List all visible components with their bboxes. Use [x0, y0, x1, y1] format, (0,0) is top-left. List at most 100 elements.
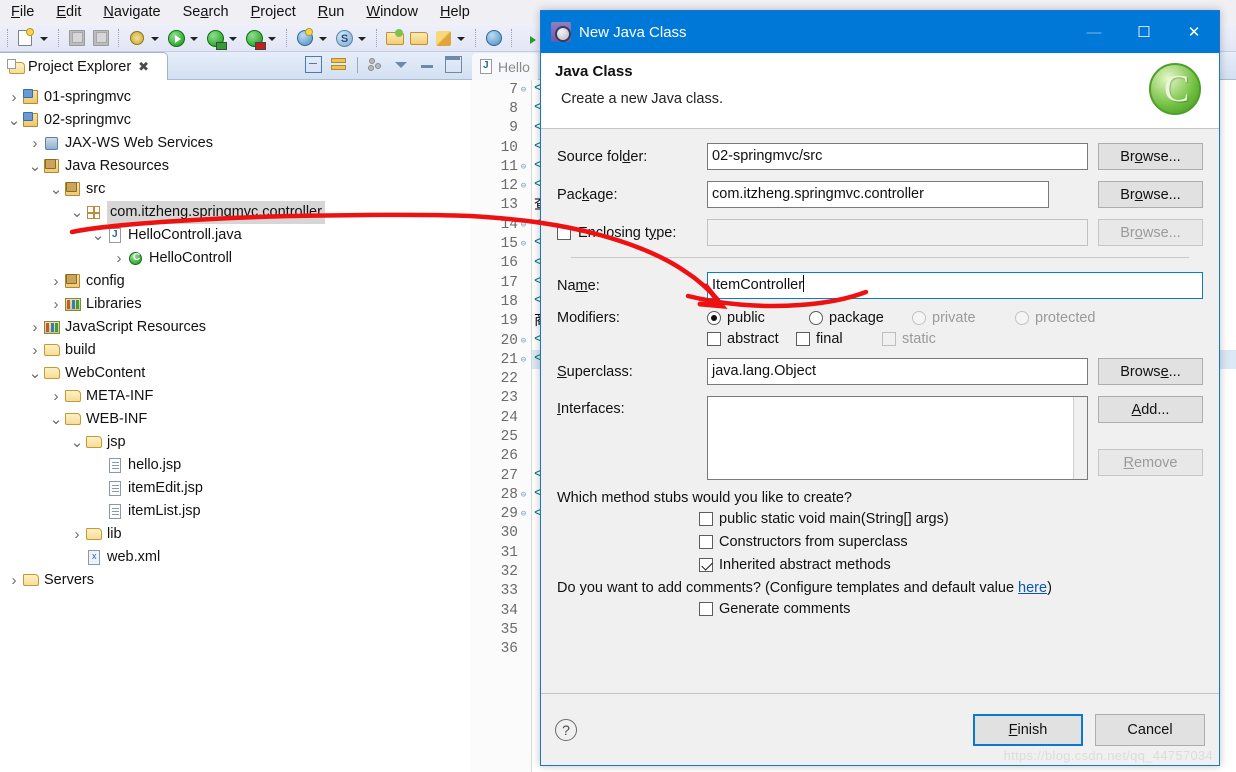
final-checkbox[interactable]: [796, 332, 810, 346]
fold-collapse-icon[interactable]: ⊖: [518, 85, 529, 95]
chevron-down-icon[interactable]: ⌄: [48, 182, 64, 197]
inherited-abstract-checkbox[interactable]: [699, 558, 713, 572]
debug-icon[interactable]: [126, 27, 148, 49]
tree-item-itemedit-jsp[interactable]: itemEdit.jsp: [0, 477, 470, 500]
source-folder-browse-button[interactable]: Br o wse...: [1098, 143, 1203, 170]
tree-item-jsp[interactable]: ⌄ jsp: [0, 431, 470, 454]
spring-icon[interactable]: S: [333, 27, 355, 49]
tree-item-src[interactable]: ⌄ src: [0, 178, 470, 201]
spring-dropdown-arrow-icon[interactable]: [356, 27, 369, 49]
tree-item-com-itzheng-springmvc-controller[interactable]: ⌄ com.itzheng.springmvc.controller: [0, 201, 470, 224]
chevron-right-icon[interactable]: ›: [27, 319, 43, 336]
web-dropdown-arrow-icon[interactable]: [317, 27, 330, 49]
interfaces-remove-button[interactable]: Remove: [1098, 449, 1203, 476]
collapse-all-icon[interactable]: [305, 56, 322, 73]
tree-item-hello-jsp[interactable]: hello.jsp: [0, 454, 470, 477]
chevron-right-icon[interactable]: ›: [48, 388, 64, 405]
dialog-title-bar[interactable]: New Java Class — ☐ ✕: [541, 11, 1219, 53]
chevron-down-icon[interactable]: ⌄: [48, 412, 64, 427]
chevron-right-icon[interactable]: ›: [6, 89, 22, 106]
run-dropdown-arrow-icon[interactable]: [188, 27, 201, 49]
tree-item-webcontent[interactable]: ⌄ WebContent: [0, 362, 470, 385]
modifier-private[interactable]: private: [912, 310, 1015, 326]
run-icon[interactable]: [165, 27, 187, 49]
modifier-static[interactable]: static: [882, 331, 936, 347]
interfaces-list[interactable]: [707, 396, 1088, 480]
main-method-checkbox[interactable]: [699, 512, 713, 526]
menu-item-window[interactable]: Window: [355, 0, 429, 24]
enclosing-type-browse-button[interactable]: Br o wse...: [1098, 219, 1203, 246]
chevron-right-icon[interactable]: ›: [111, 250, 127, 267]
tab-project-explorer[interactable]: Project Explorer ✖: [0, 52, 168, 80]
tree-item-libraries[interactable]: › Libraries: [0, 293, 470, 316]
minimize-button[interactable]: —: [1069, 11, 1119, 53]
close-button[interactable]: ✕: [1169, 11, 1219, 53]
chevron-right-icon[interactable]: ›: [69, 526, 85, 543]
fold-collapse-icon[interactable]: ⊖: [518, 336, 529, 346]
package-input[interactable]: com.itzheng.springmvc.controller: [707, 181, 1049, 208]
chevron-down-icon[interactable]: ⌄: [6, 113, 22, 128]
modifier-abstract[interactable]: abstract: [707, 331, 796, 347]
package-radio[interactable]: [809, 311, 823, 325]
enclosing-type-checkbox[interactable]: [557, 225, 571, 240]
view-menu-icon[interactable]: [393, 56, 410, 73]
marker-icon[interactable]: [432, 27, 454, 49]
tree-item-meta-inf[interactable]: › META-INF: [0, 385, 470, 408]
tree-item-web-inf[interactable]: ⌄ WEB-INF: [0, 408, 470, 431]
run-server-dropdown-arrow-icon[interactable]: [227, 27, 240, 49]
superclass-browse-button[interactable]: Brows e...: [1098, 358, 1203, 385]
chevron-down-icon[interactable]: ⌄: [69, 205, 85, 220]
fold-collapse-icon[interactable]: ⊖: [518, 220, 529, 230]
public-radio[interactable]: [707, 311, 721, 325]
new-web-project-icon[interactable]: [294, 27, 316, 49]
menu-item-navigate[interactable]: Navigate: [92, 0, 171, 24]
run-profile-icon[interactable]: [243, 27, 266, 50]
tree-item-build[interactable]: › build: [0, 339, 470, 362]
static-checkbox[interactable]: [882, 332, 896, 346]
stub-main-method[interactable]: public static void main(String[] args): [699, 511, 1203, 527]
stub-inherited-abstract[interactable]: Inherited abstract methods: [699, 557, 1203, 573]
save-icon[interactable]: [66, 27, 88, 49]
fold-collapse-icon[interactable]: ⊖: [518, 355, 529, 365]
close-icon[interactable]: ✖: [138, 59, 149, 75]
stub-constructors[interactable]: Constructors from superclass: [699, 534, 1203, 550]
tree-item-web-xml[interactable]: web.xml: [0, 546, 470, 569]
enclosing-type-input[interactable]: [707, 219, 1088, 246]
fold-collapse-icon[interactable]: ⊖: [518, 509, 529, 519]
run-server-icon[interactable]: [204, 27, 227, 50]
filter-icon[interactable]: [367, 56, 384, 73]
finish-button[interactable]: Finish: [973, 713, 1083, 746]
abstract-checkbox[interactable]: [707, 332, 721, 346]
stub-generate-comments[interactable]: Generate comments: [699, 601, 1203, 617]
configure-templates-link[interactable]: here: [1018, 580, 1047, 596]
external-browser-icon[interactable]: [519, 27, 541, 49]
maximize-button[interactable]: ☐: [1119, 11, 1169, 53]
tree-item-hellocontroll[interactable]: › HelloControll: [0, 247, 470, 270]
globe-icon[interactable]: [483, 27, 505, 49]
modifier-protected[interactable]: protected: [1015, 310, 1095, 326]
chevron-down-icon[interactable]: ⌄: [90, 228, 106, 243]
debug-dropdown-arrow-icon[interactable]: [149, 27, 162, 49]
new-dropdown-arrow-icon[interactable]: [38, 27, 51, 49]
menu-item-run[interactable]: Run: [307, 0, 356, 24]
chevron-right-icon[interactable]: ›: [27, 135, 43, 152]
menu-item-help[interactable]: Help: [429, 0, 481, 24]
interfaces-add-button[interactable]: Add...: [1098, 396, 1203, 423]
superclass-input[interactable]: java.lang.Object: [707, 358, 1088, 385]
open-type-icon[interactable]: [384, 27, 406, 49]
constructors-checkbox[interactable]: [699, 535, 713, 549]
menu-item-file[interactable]: File: [0, 0, 45, 24]
fold-collapse-icon[interactable]: ⊖: [518, 181, 529, 191]
open-resource-icon[interactable]: [408, 27, 430, 49]
tree-item-java-resources[interactable]: ⌄ Java Resources: [0, 155, 470, 178]
link-with-editor-icon[interactable]: [331, 56, 348, 73]
tree-item-servers[interactable]: › Servers: [0, 569, 470, 592]
marker-dropdown-arrow-icon[interactable]: [455, 27, 468, 49]
fold-collapse-icon[interactable]: ⊖: [518, 490, 529, 500]
tree-item-01-springmvc[interactable]: › 01-springmvc: [0, 86, 470, 109]
protected-radio[interactable]: [1015, 311, 1029, 325]
tree-item-javascript-resources[interactable]: › JavaScript Resources: [0, 316, 470, 339]
tree-item-lib[interactable]: › lib: [0, 523, 470, 546]
chevron-down-icon[interactable]: ⌄: [69, 435, 85, 450]
fold-collapse-icon[interactable]: ⊖: [518, 239, 529, 249]
